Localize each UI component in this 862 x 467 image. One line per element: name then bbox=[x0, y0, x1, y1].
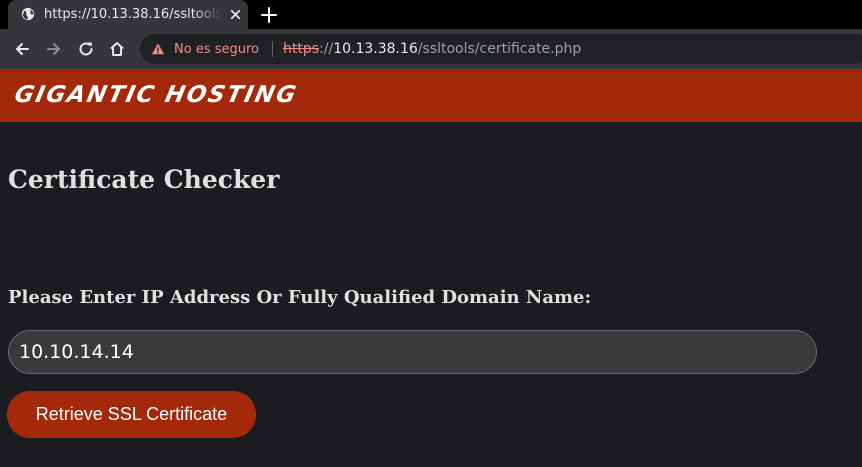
back-arrow-icon[interactable] bbox=[13, 40, 31, 58]
home-icon[interactable] bbox=[108, 40, 126, 58]
globe-icon bbox=[21, 7, 35, 21]
retrieve-certificate-button[interactable]: Retrieve SSL Certificate bbox=[7, 391, 256, 438]
reload-icon[interactable] bbox=[77, 40, 95, 58]
url-text[interactable]: https://10.13.38.16/ssltools/certificate… bbox=[283, 41, 581, 58]
browser-tab-strip: https://10.13.38.16/ssltools/certificate… bbox=[0, 0, 862, 29]
domain-input[interactable] bbox=[8, 330, 817, 374]
forward-arrow-icon[interactable] bbox=[45, 40, 63, 58]
url-path: /ssltools/certificate.php bbox=[417, 41, 582, 57]
browser-tab[interactable]: https://10.13.38.16/ssltools/certificate… bbox=[8, 0, 248, 29]
tab-title: https://10.13.38.16/ssltools/certificate… bbox=[44, 7, 221, 22]
omnibox-divider bbox=[272, 41, 273, 57]
close-icon[interactable] bbox=[228, 7, 243, 22]
site-logo[interactable]: GIGANTIC HOSTING bbox=[12, 81, 300, 109]
warning-icon[interactable] bbox=[151, 42, 165, 56]
page-title: Certificate Checker bbox=[8, 165, 280, 194]
domain-field-label: Please Enter IP Address Or Fully Qualifi… bbox=[8, 287, 592, 308]
new-tab-plus-icon[interactable] bbox=[260, 6, 278, 24]
url-scheme: https bbox=[283, 41, 320, 57]
not-secure-label[interactable]: No es seguro bbox=[174, 41, 259, 58]
url-scheme-separator: :// bbox=[319, 41, 334, 57]
url-host: 10.13.38.16 bbox=[333, 41, 418, 57]
